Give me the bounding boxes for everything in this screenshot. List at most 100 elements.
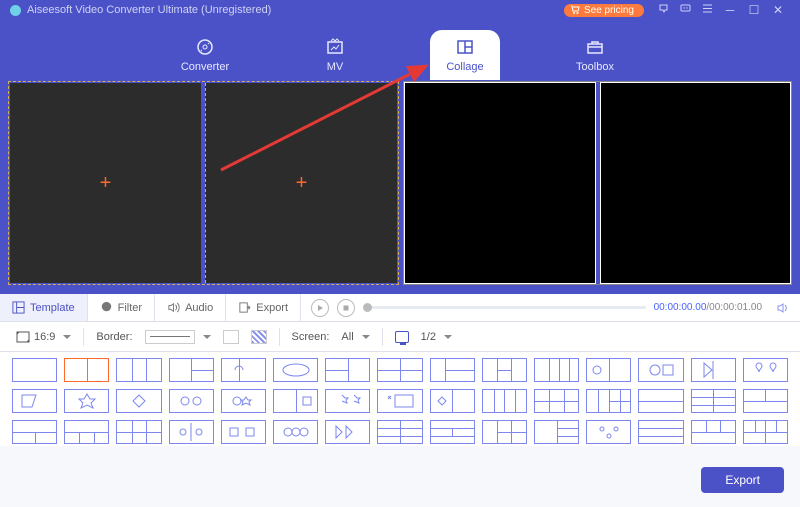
register-icon[interactable] xyxy=(652,2,674,18)
layout-tile[interactable] xyxy=(586,420,631,444)
layout-tile[interactable] xyxy=(169,420,214,444)
tab-label: Audio xyxy=(185,302,213,314)
layout-tile[interactable] xyxy=(691,358,736,382)
nav-label: MV xyxy=(327,61,344,73)
feedback-icon[interactable] xyxy=(674,2,696,18)
volume-icon[interactable] xyxy=(776,301,790,315)
layout-tile[interactable] xyxy=(221,358,266,382)
nav-mv[interactable]: MV xyxy=(300,30,370,80)
layout-tile[interactable] xyxy=(12,358,57,382)
export-button[interactable]: Export xyxy=(701,467,784,493)
tab-label: Export xyxy=(256,302,288,314)
collage-canvas: + + xyxy=(0,80,800,294)
tab-template[interactable]: Template xyxy=(0,294,88,321)
play-button[interactable] xyxy=(311,299,329,317)
converter-icon xyxy=(195,37,215,57)
tab-filter[interactable]: Filter xyxy=(88,294,155,321)
layout-tile[interactable] xyxy=(273,389,318,413)
screen-label: Screen: xyxy=(292,331,330,343)
layout-tile[interactable] xyxy=(743,420,788,444)
aspect-ratio-value: 16:9 xyxy=(34,331,55,343)
layout-tile[interactable] xyxy=(534,358,579,382)
layout-tile[interactable] xyxy=(482,420,527,444)
main-nav: Converter MV Collage Toolbox xyxy=(0,20,800,80)
see-pricing-button[interactable]: See pricing xyxy=(564,4,644,17)
layout-tile[interactable] xyxy=(377,389,422,413)
layout-tile[interactable] xyxy=(430,389,475,413)
minimize-button[interactable]: ─ xyxy=(718,3,742,17)
layout-tile[interactable] xyxy=(116,358,161,382)
monitor-icon xyxy=(395,331,409,343)
layout-tile[interactable] xyxy=(325,358,370,382)
playback-controls: 00:00:00.00/00:00:01.00 xyxy=(301,299,800,317)
layout-tile[interactable] xyxy=(586,389,631,413)
layout-tile[interactable] xyxy=(64,389,109,413)
collage-edit-area: + + xyxy=(8,81,399,285)
layout-tile[interactable] xyxy=(691,389,736,413)
layout-tile[interactable] xyxy=(743,389,788,413)
layout-tile[interactable] xyxy=(221,420,266,444)
layout-tile[interactable] xyxy=(430,420,475,444)
layout-tile[interactable] xyxy=(638,420,683,444)
page-select[interactable]: 1/2 xyxy=(421,331,452,343)
layout-tile[interactable] xyxy=(64,420,109,444)
layout-tile[interactable] xyxy=(273,420,318,444)
app-title: Aiseesoft Video Converter Ultimate (Unre… xyxy=(27,4,271,16)
collage-preview-area xyxy=(403,81,792,285)
playback-track[interactable] xyxy=(363,306,646,309)
layout-tile[interactable] xyxy=(691,420,736,444)
close-button[interactable]: ✕ xyxy=(766,3,790,17)
nav-label: Converter xyxy=(181,61,229,73)
nav-label: Collage xyxy=(446,61,483,73)
app-logo-icon xyxy=(10,5,21,16)
layout-tile[interactable] xyxy=(64,358,109,382)
layout-tile[interactable] xyxy=(116,389,161,413)
layout-tile[interactable] xyxy=(377,420,422,444)
border-style-select[interactable] xyxy=(145,330,211,344)
layout-tile[interactable] xyxy=(221,389,266,413)
collage-slot-1[interactable]: + xyxy=(10,83,201,283)
layout-tile[interactable] xyxy=(116,420,161,444)
aspect-icon xyxy=(16,331,30,343)
layout-tile[interactable] xyxy=(534,389,579,413)
menu-icon[interactable] xyxy=(696,2,718,18)
layout-tile[interactable] xyxy=(586,358,631,382)
template-icon xyxy=(12,301,25,314)
toolbox-icon xyxy=(585,37,605,57)
collage-slot-2[interactable]: + xyxy=(205,83,397,283)
layout-tile[interactable] xyxy=(377,358,422,382)
nav-toolbox[interactable]: Toolbox xyxy=(560,30,630,80)
layout-tile[interactable] xyxy=(325,420,370,444)
nav-converter[interactable]: Converter xyxy=(170,30,240,80)
layout-tile[interactable] xyxy=(169,389,214,413)
layout-tile[interactable] xyxy=(273,358,318,382)
layout-tile[interactable] xyxy=(638,358,683,382)
layout-tile[interactable] xyxy=(534,420,579,444)
tab-export[interactable]: Export xyxy=(226,294,301,321)
layout-tile[interactable] xyxy=(430,358,475,382)
border-color-plain[interactable] xyxy=(223,330,239,344)
screen-select[interactable]: All xyxy=(341,331,369,343)
layout-tile[interactable] xyxy=(638,389,683,413)
nav-collage[interactable]: Collage xyxy=(430,30,500,80)
screen-value: All xyxy=(341,331,353,343)
layout-tile[interactable] xyxy=(482,389,527,413)
stop-button[interactable] xyxy=(337,299,355,317)
aspect-ratio-select[interactable]: 16:9 xyxy=(16,331,71,343)
collage-icon xyxy=(455,37,475,57)
template-options: 16:9 Border: Screen: All 1/2 xyxy=(0,322,800,352)
border-color-pattern[interactable] xyxy=(251,330,267,344)
title-bar: Aiseesoft Video Converter Ultimate (Unre… xyxy=(0,0,800,20)
filter-icon xyxy=(100,301,113,314)
layout-tile[interactable] xyxy=(12,389,57,413)
layout-tile[interactable] xyxy=(12,420,57,444)
maximize-button[interactable]: ☐ xyxy=(742,3,766,17)
layout-tile[interactable] xyxy=(743,358,788,382)
tab-label: Template xyxy=(30,302,75,314)
tab-audio[interactable]: Audio xyxy=(155,294,226,321)
page-value: 1/2 xyxy=(421,331,436,343)
layout-tile[interactable] xyxy=(482,358,527,382)
layout-tile[interactable] xyxy=(169,358,214,382)
export-icon xyxy=(238,301,251,314)
layout-tile[interactable] xyxy=(325,389,370,413)
